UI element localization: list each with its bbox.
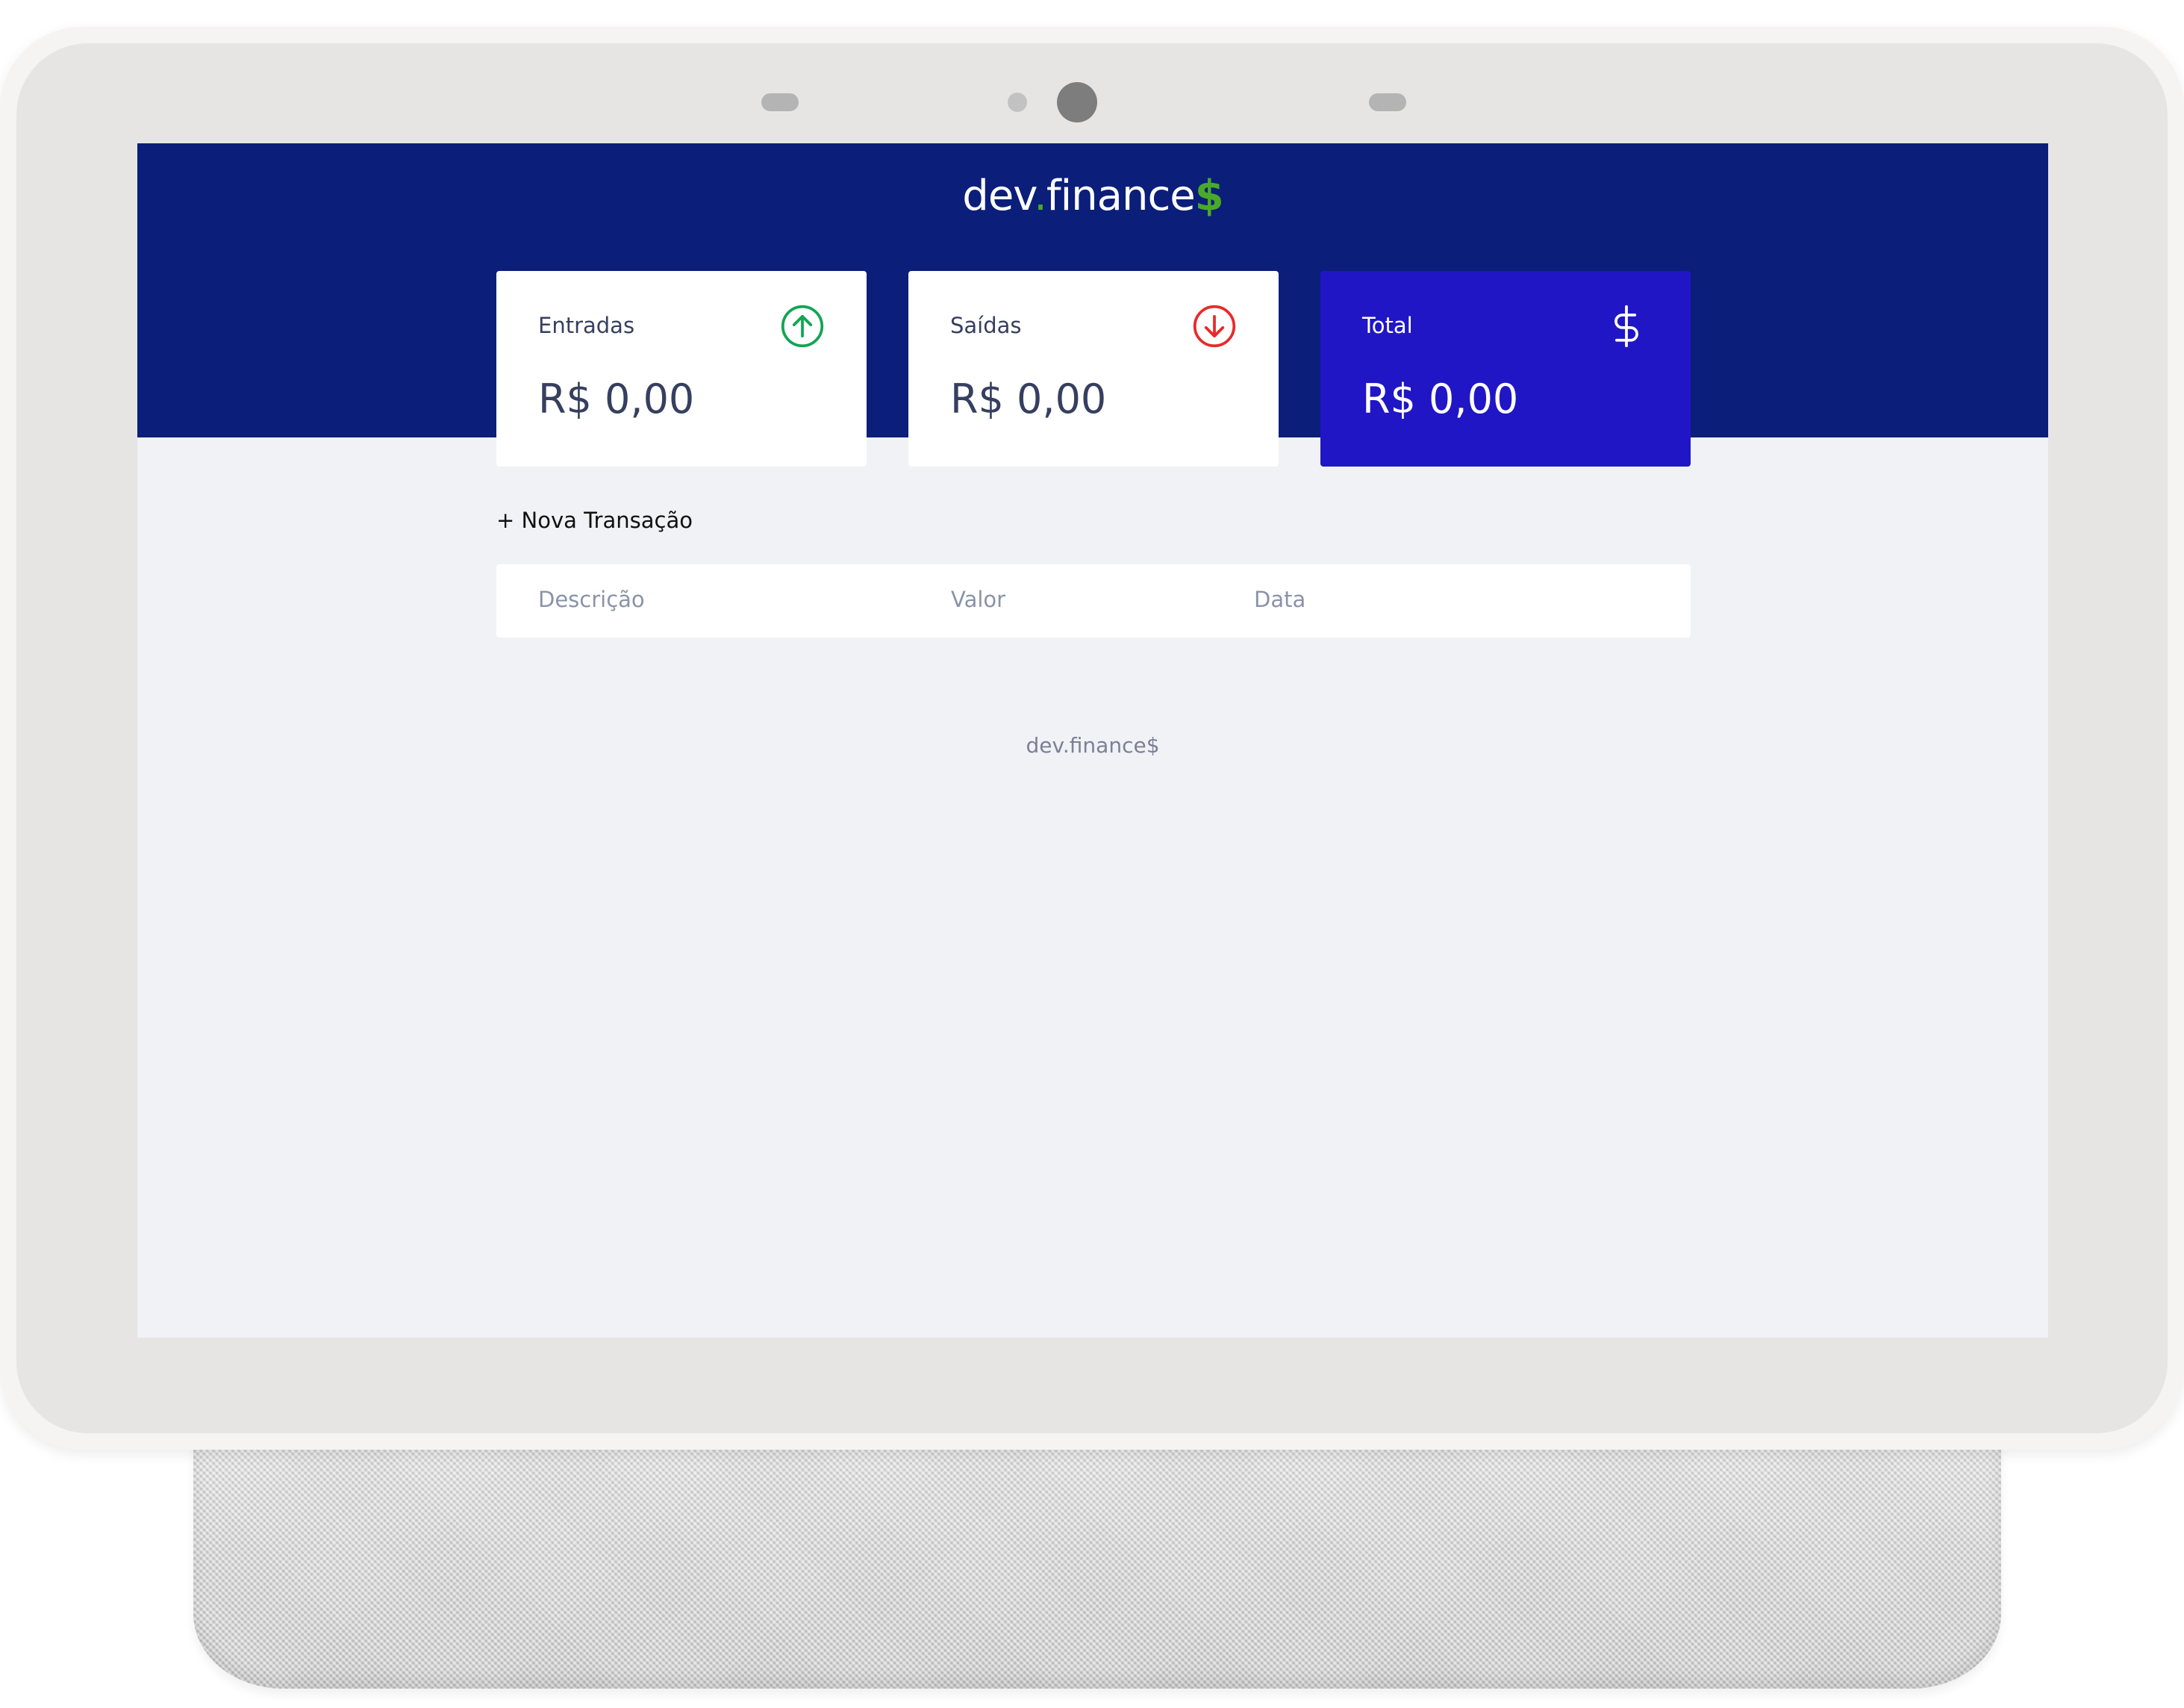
sensor-right — [1369, 93, 1406, 111]
transactions-table-header: Descrição Valor Data — [496, 564, 1691, 638]
income-card: Entradas R$ 0,00 — [496, 271, 867, 467]
new-transaction-button[interactable]: + Nova Transação — [496, 508, 693, 533]
column-header-description: Descrição — [538, 587, 645, 612]
income-label: Entradas — [538, 313, 635, 338]
expense-value: R$ 0,00 — [950, 375, 1107, 423]
arrow-down-circle-icon — [1193, 305, 1236, 348]
logo-part-dev: dev — [962, 172, 1035, 220]
arrow-up-circle-icon — [781, 305, 824, 348]
dollar-sign-icon — [1614, 305, 1638, 348]
device-stage: dev.finance$ Entradas R$ 0,00 Saídas R$ … — [0, 0, 2184, 1708]
expense-label: Saídas — [950, 313, 1022, 338]
logo-dot: . — [1034, 172, 1047, 220]
column-header-value: Valor — [951, 587, 1006, 612]
sensor-dot — [1008, 93, 1027, 112]
total-value: R$ 0,00 — [1362, 375, 1519, 423]
speaker-base — [193, 1441, 2001, 1689]
app-screen: dev.finance$ Entradas R$ 0,00 Saídas R$ … — [137, 143, 2048, 1338]
income-value: R$ 0,00 — [538, 375, 695, 423]
app-footer: dev.finance$ — [1026, 733, 1160, 758]
camera-icon — [1057, 82, 1097, 122]
app-logo: dev.finance$ — [137, 172, 2048, 220]
column-header-date: Data — [1254, 587, 1306, 612]
logo-dollar: $ — [1194, 172, 1224, 220]
logo-part-finance: finance — [1046, 172, 1196, 220]
sensor-left — [761, 93, 799, 111]
total-label: Total — [1362, 313, 1413, 338]
expense-card: Saídas R$ 0,00 — [908, 271, 1279, 467]
total-card: Total R$ 0,00 — [1320, 271, 1691, 467]
